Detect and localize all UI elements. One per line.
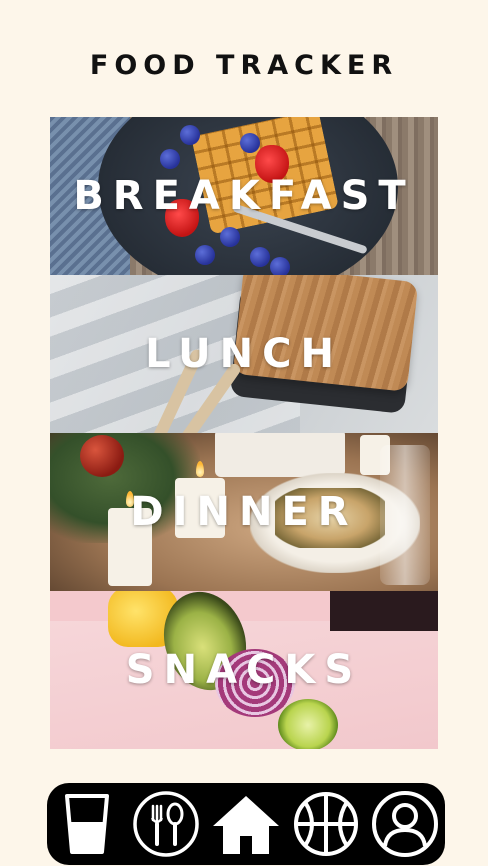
nav-home-button[interactable] — [211, 789, 281, 859]
meal-card-breakfast[interactable]: BREAKFAST — [50, 117, 438, 275]
water-glass-icon — [61, 792, 113, 856]
meal-label-snacks: SNACKS — [125, 647, 363, 693]
meal-label-lunch: LUNCH — [145, 331, 343, 377]
page-title: FOOD TRACKER — [89, 50, 399, 81]
meal-card-lunch[interactable]: LUNCH — [50, 275, 438, 433]
meal-card-dinner[interactable]: DINNER — [50, 433, 438, 591]
nav-water-button[interactable] — [54, 789, 120, 859]
nav-profile-button[interactable] — [371, 789, 439, 859]
meal-card-snacks[interactable]: SNACKS — [50, 591, 438, 749]
nav-meals-button[interactable] — [132, 789, 200, 859]
basketball-icon — [293, 791, 359, 857]
meal-label-dinner: DINNER — [130, 489, 358, 535]
nav-sports-button[interactable] — [293, 789, 359, 859]
fork-spoon-icon — [132, 790, 200, 858]
meal-label-breakfast: BREAKFAST — [73, 173, 415, 219]
meal-list: BREAKFAST LUNCH DINNER SNACKS — [50, 117, 438, 749]
bottom-nav — [47, 783, 445, 865]
profile-icon — [371, 790, 439, 858]
home-icon — [211, 792, 281, 856]
